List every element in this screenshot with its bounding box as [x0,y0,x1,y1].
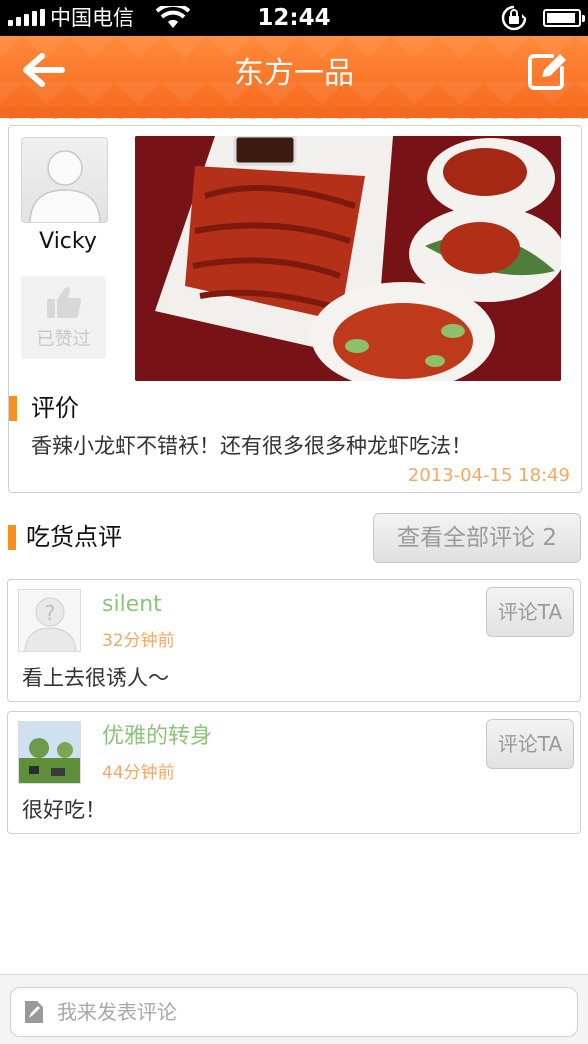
nav-bar-scallop-edge [0,108,588,122]
comment-time: 44分钟前 [102,763,175,783]
comment-input[interactable] [57,994,557,1030]
comment-item: 优雅的转身 44分钟前 评论TA 很好吃！ [7,711,581,834]
comment-text: 很好吃！ [22,798,106,822]
review-text: 香辣小龙虾不错袄！还有很多很多种龙虾吃法！ [31,434,472,458]
review-section-marker [9,396,17,421]
comments-section-marker [8,525,16,550]
commenter-avatar[interactable] [18,721,81,784]
reply-button[interactable]: 评论TA [486,587,574,637]
review-heading: 评价 [31,394,79,422]
status-bar: 中国电信 12:44 [0,0,588,36]
comment-item: ? silent 32分钟前 评论TA 看上去很诱人～ [7,579,581,702]
commenter-name[interactable]: 优雅的转身 [102,722,212,752]
user-placeholder-icon [29,150,101,222]
food-photo[interactable] [135,136,561,381]
liked-button[interactable]: 已赞过 [21,276,106,359]
comment-input-bar [0,974,588,1044]
comment-input-box[interactable] [10,987,578,1037]
battery-icon [543,9,585,27]
comments-section-title: 吃货点评 [26,523,122,551]
post-card: Vicky 已赞过 评价 香辣小龙虾不错袄！还有很多很多种龙虾吃法！ 2013-… [8,125,582,493]
reply-button[interactable]: 评论TA [486,719,574,769]
orientation-lock-icon [501,5,527,31]
post-timestamp: 2013-04-15 18:49 [407,465,570,486]
landscape-photo-avatar [19,722,80,783]
pencil-icon [25,1001,43,1023]
commenter-name[interactable]: silent [102,590,162,620]
author-avatar[interactable] [21,137,108,223]
question-avatar-icon: ? [24,597,77,651]
liked-label: 已赞过 [36,329,91,350]
svg-text:?: ? [45,601,56,625]
comment-text: 看上去很诱人～ [22,666,169,690]
page-title: 东方一品 [234,56,354,91]
author-name: Vicky [39,229,97,254]
commenter-avatar[interactable]: ? [18,589,81,652]
comment-time: 32分钟前 [102,631,175,651]
edit-icon[interactable] [526,50,570,92]
view-all-comments-button[interactable]: 查看全部评论 2 [373,513,581,563]
thumbs-up-icon [47,287,82,318]
